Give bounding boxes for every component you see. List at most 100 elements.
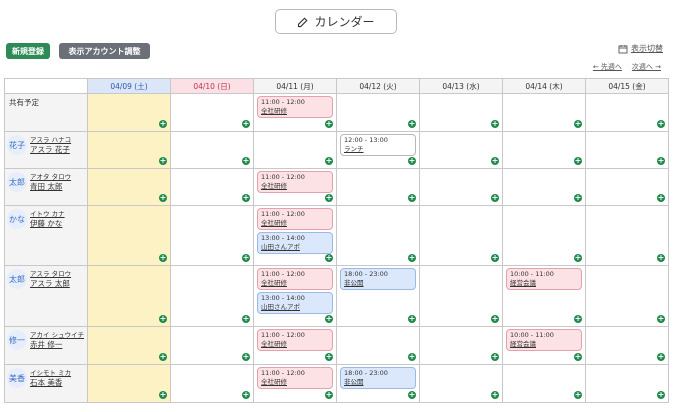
day-cell[interactable]: + [502,131,586,169]
event-chip[interactable]: 18:00 - 23:00 非公開 [340,268,416,290]
person-name[interactable]: 伊藤 かな [30,219,65,229]
add-event-icon[interactable]: + [159,120,167,128]
day-cell[interactable]: + [336,93,420,132]
add-event-icon[interactable]: + [574,194,582,202]
add-event-icon[interactable]: + [491,353,499,361]
event-chip[interactable]: 13:00 - 14:00 山田さんアポ [257,232,333,254]
day-cell[interactable]: 10:00 - 11:00 経営会議 + [502,265,586,327]
person-name[interactable]: 赤井 修一 [30,340,84,350]
day-cell[interactable]: + [502,205,586,266]
add-event-icon[interactable]: + [325,315,333,323]
add-event-icon[interactable]: + [408,315,416,323]
day-cell[interactable]: + [87,93,171,132]
add-event-icon[interactable]: + [159,353,167,361]
day-cell[interactable]: + [170,326,254,365]
add-event-icon[interactable]: + [574,120,582,128]
day-cell[interactable]: + [585,131,669,169]
day-cell[interactable]: + [419,131,503,169]
day-cell[interactable]: 18:00 - 23:00 非公開 + [336,364,420,403]
add-event-icon[interactable]: + [242,315,250,323]
add-event-icon[interactable]: + [159,157,167,165]
prev-week-link[interactable]: ← 先週へ [593,62,622,72]
add-event-icon[interactable]: + [242,120,250,128]
person-kana[interactable]: アオタ タロウ [30,172,71,182]
day-cell[interactable]: + [502,168,586,206]
event-chip[interactable]: 13:00 - 14:00 山田さんアポ [257,292,333,314]
add-event-icon[interactable]: + [159,254,167,262]
day-cell[interactable]: + [419,168,503,206]
day-cell[interactable]: + [585,205,669,266]
add-event-icon[interactable]: + [408,353,416,361]
day-cell[interactable]: + [585,93,669,132]
add-event-icon[interactable]: + [657,194,665,202]
event-chip[interactable]: 10:00 - 11:00 経営会議 [506,329,582,351]
add-event-icon[interactable]: + [491,254,499,262]
add-event-icon[interactable]: + [242,353,250,361]
day-cell[interactable]: 11:00 - 12:00 全社研修 13:00 - 14:00 山田さんアポ + [253,265,337,327]
add-event-icon[interactable]: + [657,120,665,128]
day-cell[interactable]: 11:00 - 12:00 全社研修 + [253,93,337,132]
add-event-icon[interactable]: + [491,315,499,323]
day-cell[interactable]: + [502,364,586,403]
add-event-icon[interactable]: + [574,391,582,399]
day-cell[interactable]: 11:00 - 12:00 全社研修 + [253,168,337,206]
add-event-icon[interactable]: + [242,391,250,399]
day-cell[interactable]: + [170,265,254,327]
day-cell[interactable]: + [87,131,171,169]
add-event-icon[interactable]: + [657,353,665,361]
day-cell[interactable]: 11:00 - 12:00 全社研修 13:00 - 14:00 山田さんアポ + [253,205,337,266]
add-event-icon[interactable]: + [657,391,665,399]
calendar-title-button[interactable]: カレンダー [275,9,397,34]
add-event-icon[interactable]: + [574,353,582,361]
event-chip[interactable]: 18:00 - 23:00 非公開 [340,367,416,389]
day-cell[interactable]: 10:00 - 11:00 経営会議 + [502,326,586,365]
day-cell[interactable]: 18:00 - 23:00 非公開 + [336,265,420,327]
account-adjust-button[interactable]: 表示アカウント調整 [59,43,150,59]
add-event-icon[interactable]: + [159,194,167,202]
day-cell[interactable]: + [87,168,171,206]
person-name[interactable]: アスラ 太郎 [30,279,71,289]
person-name[interactable]: アスラ 花子 [30,145,71,155]
new-entry-button[interactable]: 新規登録 [6,43,50,59]
add-event-icon[interactable]: + [408,391,416,399]
day-cell[interactable]: + [170,93,254,132]
day-cell[interactable]: + [502,93,586,132]
day-cell[interactable]: + [253,131,337,169]
event-chip[interactable]: 10:00 - 11:00 経営会議 [506,268,582,290]
person-kana[interactable]: イトウ カナ [30,209,65,219]
add-event-icon[interactable]: + [159,315,167,323]
add-event-icon[interactable]: + [491,120,499,128]
day-cell[interactable]: + [419,205,503,266]
day-cell[interactable]: 11:00 - 12:00 全社研修 + [253,326,337,365]
event-chip[interactable]: 11:00 - 12:00 全社研修 [257,367,333,389]
add-event-icon[interactable]: + [574,254,582,262]
person-kana[interactable]: イシモト ミカ [30,368,71,378]
add-event-icon[interactable]: + [242,157,250,165]
event-chip[interactable]: 11:00 - 12:00 全社研修 [257,268,333,290]
add-event-icon[interactable]: + [325,254,333,262]
add-event-icon[interactable]: + [491,391,499,399]
add-event-icon[interactable]: + [325,353,333,361]
view-toggle[interactable]: 表示切替 [618,43,663,54]
day-cell[interactable]: 12:00 - 13:00 ランチ + [336,131,420,169]
day-cell[interactable]: + [419,326,503,365]
person-kana[interactable]: アスラ タロウ [30,269,71,279]
add-event-icon[interactable]: + [159,391,167,399]
add-event-icon[interactable]: + [491,157,499,165]
event-chip[interactable]: 12:00 - 13:00 ランチ [340,134,416,156]
add-event-icon[interactable]: + [657,254,665,262]
day-cell[interactable]: + [87,364,171,403]
day-cell[interactable]: + [87,205,171,266]
person-kana[interactable]: アスラ ハナコ [30,135,71,145]
day-cell[interactable]: + [87,265,171,327]
add-event-icon[interactable]: + [408,120,416,128]
next-week-link[interactable]: 次週へ → [632,62,661,72]
event-chip[interactable]: 11:00 - 12:00 全社研修 [257,96,333,118]
day-cell[interactable]: + [419,93,503,132]
day-cell[interactable]: + [419,364,503,403]
day-cell[interactable]: + [585,326,669,365]
add-event-icon[interactable]: + [408,194,416,202]
person-kana[interactable]: アカイ シュウイチ [30,330,84,340]
add-event-icon[interactable]: + [242,194,250,202]
event-chip[interactable]: 11:00 - 12:00 全社研修 [257,171,333,193]
